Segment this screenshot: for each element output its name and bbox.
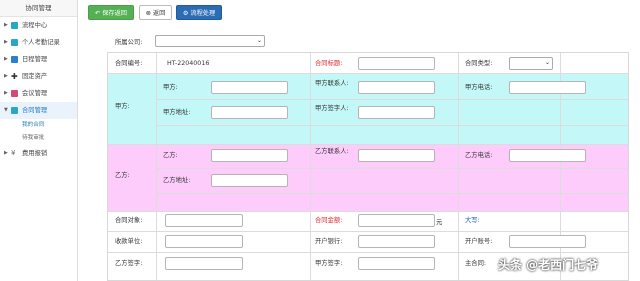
chevron-right-icon: ▶ xyxy=(4,73,8,79)
sidebar-item-label: 会议管理 xyxy=(22,90,48,97)
party-a-section-label: 甲方: xyxy=(115,103,130,110)
contract-title-label: 合同标题: xyxy=(315,60,343,67)
party-a-phone-input[interactable] xyxy=(509,81,586,94)
chevron-right-icon: ▶ xyxy=(4,56,8,62)
party-a-label: 甲方: xyxy=(163,84,178,91)
undo-icon: ↶ xyxy=(95,10,101,17)
party-b-phone-input[interactable] xyxy=(509,149,586,162)
party-a-address-input[interactable] xyxy=(211,106,288,119)
party-b-address-label: 乙方地址: xyxy=(163,177,191,184)
sidebar-item-process-center[interactable]: ▶ 流程中心 xyxy=(0,17,77,34)
amount-unit: 元 xyxy=(436,219,443,226)
payee-input[interactable] xyxy=(165,235,243,248)
chevron-right-icon: ▶ xyxy=(4,90,8,96)
contract-edit-page: 协同管理 ▶ 流程中心 ▶ 个人考勤记录 ▶ 日程管理 ▶ ✚ 固定资产 ▶ 会… xyxy=(0,0,640,281)
chevron-down-icon: ⌄ xyxy=(544,59,550,66)
company-select[interactable]: ⌄ xyxy=(155,35,265,47)
party-a-contact-label: 甲方联系人: xyxy=(315,80,349,87)
party-b-input[interactable] xyxy=(211,149,288,162)
contract-icon xyxy=(11,107,18,114)
party-a-phone-label: 甲方电话: xyxy=(465,84,493,91)
process-button[interactable]: ⚙ 流程处理 xyxy=(176,5,222,20)
contract-no-label: 合同编号: xyxy=(115,60,143,67)
party-b-section-label: 乙方: xyxy=(115,172,130,179)
party-a-sign2-input[interactable] xyxy=(358,257,435,270)
sidebar-item-attendance[interactable]: ▶ 个人考勤记录 xyxy=(0,34,77,51)
chevron-right-icon: ▶ xyxy=(4,39,8,45)
bank-input[interactable] xyxy=(358,235,435,248)
party-b-contact-input[interactable] xyxy=(358,149,435,162)
host-contract-label: 主合同: xyxy=(465,260,487,267)
sidebar-item-label: 流程中心 xyxy=(22,22,48,29)
contract-no-value: HT-22040016 xyxy=(167,60,210,67)
chevron-down-icon: ▼ xyxy=(4,107,8,113)
sidebar-item-label: 个人考勤记录 xyxy=(22,39,60,46)
sidebar-item-expenses[interactable]: ▶ ¥ 费用报销 xyxy=(0,145,77,162)
sidebar-item-contracts[interactable]: ▼ 合同管理 xyxy=(0,102,77,119)
contract-form: 合同编号: HT-22040016 合同标题: 合同类型: ⌄ 甲方: 甲方: … xyxy=(107,52,629,281)
party-b-contact-label: 乙方联系人: xyxy=(315,148,349,155)
payee-label: 收款单位: xyxy=(115,238,143,245)
meeting-icon xyxy=(11,90,18,97)
chevron-right-icon: ▶ xyxy=(4,22,8,28)
sidebar-item-label: 固定资产 xyxy=(22,73,48,80)
sidebar-item-fixed-assets[interactable]: ▶ ✚ 固定资产 xyxy=(0,68,77,85)
contract-type-select[interactable]: ⌄ xyxy=(509,57,553,70)
gear-circle-icon: ⚙ xyxy=(182,10,189,17)
contract-object-input[interactable] xyxy=(165,214,243,227)
company-label: 所属公司: xyxy=(115,39,143,46)
sidebar: 协同管理 ▶ 流程中心 ▶ 个人考勤记录 ▶ 日程管理 ▶ ✚ 固定资产 ▶ 会… xyxy=(0,0,78,281)
party-a-sign2-label: 甲方签字: xyxy=(315,260,343,267)
contract-amount-label: 合同金额: xyxy=(315,217,343,224)
sidebar-item-label: 费用报销 xyxy=(22,150,48,157)
uppercase-amount-label: 大写: xyxy=(465,217,480,224)
account-label: 开户账号: xyxy=(465,238,493,245)
party-a-input[interactable] xyxy=(211,81,288,94)
sidebar-subitem-my-contracts[interactable]: 我的合同 xyxy=(0,119,77,132)
party-b-address-input[interactable] xyxy=(211,174,288,187)
chevron-down-icon: ⌄ xyxy=(256,37,262,44)
back-circle-icon: ⊗ xyxy=(145,10,151,17)
sidebar-subitem-pending-approval[interactable]: 待我审批 xyxy=(0,132,77,145)
sidebar-item-label: 合同管理 xyxy=(22,107,48,114)
party-b-sign-input[interactable] xyxy=(165,257,243,270)
yen-icon: ¥ xyxy=(11,149,16,157)
party-a-sign-label: 甲方签字人: xyxy=(315,105,349,112)
sidebar-title: 协同管理 xyxy=(0,0,77,17)
account-input[interactable] xyxy=(509,235,586,248)
attendance-icon xyxy=(11,39,18,46)
back-button[interactable]: ⊗ 返回 xyxy=(139,5,172,20)
process-icon xyxy=(11,22,18,29)
contract-title-input[interactable] xyxy=(358,57,435,70)
save-return-button[interactable]: ↶ 保存返回 xyxy=(88,5,134,20)
party-b-phone-label: 乙方电话: xyxy=(465,152,493,159)
contract-amount-input[interactable] xyxy=(358,214,435,227)
contract-type-label: 合同类型: xyxy=(465,60,493,67)
party-a-address-label: 甲方地址: xyxy=(163,109,191,116)
party-a-contact-input[interactable] xyxy=(358,81,435,94)
party-b-sign-label: 乙方签字: xyxy=(115,260,143,267)
plus-icon: ✚ xyxy=(11,72,18,81)
calendar-icon xyxy=(11,56,18,63)
party-b-label: 乙方: xyxy=(163,152,178,159)
chevron-right-icon: ▶ xyxy=(4,150,8,156)
contract-object-label: 合同对象: xyxy=(115,217,143,224)
sidebar-item-schedule[interactable]: ▶ 日程管理 xyxy=(0,51,77,68)
party-a-sign-input[interactable] xyxy=(358,106,435,119)
sidebar-item-meetings[interactable]: ▶ 会议管理 xyxy=(0,85,77,102)
sidebar-item-label: 日程管理 xyxy=(22,56,48,63)
bank-label: 开户银行: xyxy=(315,238,343,245)
watermark: 头条 @老西门七爷 xyxy=(498,258,599,272)
